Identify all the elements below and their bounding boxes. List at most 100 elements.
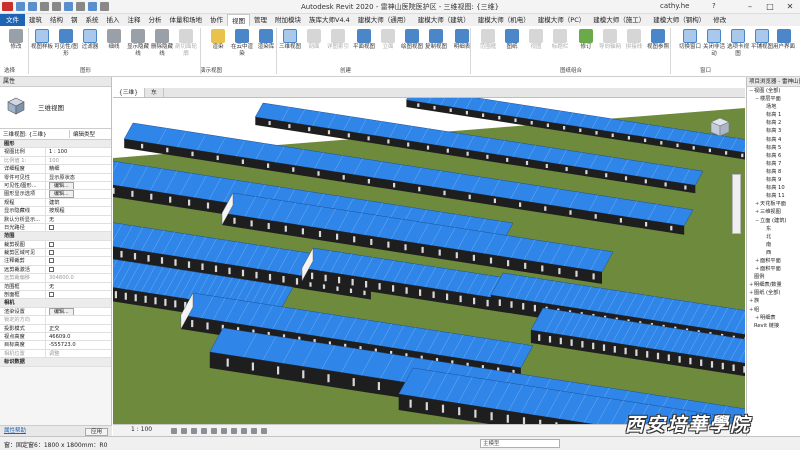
apply-button[interactable]: 应用 [84, 428, 108, 436]
property-value[interactable]: 建筑 [46, 199, 111, 206]
ribbon-tab[interactable]: 结构 [46, 14, 67, 26]
property-value[interactable]: 304800.0 [46, 274, 111, 281]
property-checkbox[interactable] [46, 291, 111, 298]
property-value[interactable]: 1 : 100 [46, 148, 111, 155]
close-button[interactable]: ✕ [780, 0, 800, 13]
property-value[interactable]: 按规程 [46, 207, 111, 214]
property-edit-button[interactable]: 编辑... [46, 181, 111, 190]
visual-style-icon[interactable] [181, 428, 187, 434]
property-section[interactable]: 相机 [0, 299, 111, 308]
tree-node[interactable]: 西 [747, 249, 800, 257]
ribbon-button[interactable]: 拼接线 [622, 28, 646, 51]
tree-node[interactable]: 标高 6 [747, 152, 800, 160]
ribbon-button[interactable]: 图纸 [500, 28, 524, 51]
tree-node[interactable]: 标高 9 [747, 176, 800, 184]
ribbon-button[interactable]: 切换窗口 [678, 28, 702, 51]
instance-selector[interactable]: 三维视图: {三维} [0, 130, 70, 138]
ribbon-tab[interactable]: 系统 [82, 14, 103, 26]
crop-view-icon[interactable] [221, 428, 227, 434]
checkbox[interactable] [49, 266, 54, 272]
detail-level-icon[interactable] [171, 428, 177, 434]
tree-node[interactable]: 场地 [747, 103, 800, 111]
view-scale[interactable]: 1 : 100 [131, 426, 152, 433]
tree-node[interactable]: 标高 8 [747, 168, 800, 176]
ribbon-tab[interactable]: 附加模块 [271, 14, 305, 26]
ribbon-tab[interactable]: 建模大师（钢构） [649, 14, 709, 26]
property-value[interactable]: 正交 [46, 325, 111, 332]
tree-node[interactable]: −视图 (全部) [747, 87, 800, 95]
tree-node[interactable]: +明细表/数量 [747, 281, 800, 289]
edit-type-button[interactable]: 编辑类型 [70, 130, 95, 138]
property-value[interactable] [46, 316, 111, 323]
property-value[interactable]: 无 [46, 283, 111, 290]
checkbox[interactable] [49, 258, 54, 264]
edit-button[interactable]: 编辑... [49, 190, 74, 198]
ribbon-button[interactable]: 显示隐藏线 [126, 28, 150, 58]
ribbon-button[interactable]: 关闭非活动 [702, 28, 726, 58]
ribbon-button[interactable]: 过滤器 [78, 28, 102, 51]
tree-node[interactable]: 标高 7 [747, 160, 800, 168]
tree-node[interactable]: 图例 [747, 273, 800, 281]
ribbon-tab[interactable]: 管理 [250, 14, 271, 26]
temporary-hide-icon[interactable] [251, 428, 257, 434]
ribbon-button[interactable]: 用户界面 [772, 28, 796, 51]
property-section[interactable]: 图形 [0, 140, 111, 149]
property-value[interactable]: 精细 [46, 165, 111, 172]
ribbon-button[interactable]: 视图参照 [646, 28, 670, 51]
property-value[interactable]: 46609.0 [46, 333, 111, 340]
shadows-icon[interactable] [201, 428, 207, 434]
ribbon-button[interactable]: 详图索引 [326, 28, 350, 51]
ribbon-button[interactable]: 渲染 [206, 28, 230, 51]
property-value[interactable]: 无 [46, 216, 111, 223]
file-tab[interactable]: 文件 [0, 14, 25, 26]
user-name[interactable]: cathy.he [660, 2, 689, 10]
ribbon-tab[interactable]: 钢 [67, 14, 82, 26]
tree-node[interactable]: 标高 4 [747, 136, 800, 144]
ribbon-tab[interactable]: 建模大师（建筑） [414, 14, 474, 26]
workset-dropdown[interactable]: 主模型 [480, 439, 560, 448]
ribbon-button[interactable]: 修改 [4, 28, 28, 51]
ribbon-tab[interactable]: 修改 [709, 14, 730, 26]
show-crop-icon[interactable] [231, 428, 237, 434]
ribbon-button[interactable]: 视图 [524, 28, 548, 51]
ribbon-button[interactable]: 剖切面轮廓 [174, 28, 198, 58]
tree-node[interactable]: +图纸 (全部) [747, 289, 800, 297]
tree-node[interactable]: +面积平面 [747, 257, 800, 265]
tree-node[interactable]: −立面 (建筑) [747, 217, 800, 225]
property-checkbox[interactable] [46, 257, 111, 264]
ribbon-tab[interactable]: 建筑 [25, 14, 46, 26]
ribbon-tab[interactable]: 建模大师（PC） [534, 14, 589, 26]
ribbon-button[interactable]: 范围框 [476, 28, 500, 51]
property-value[interactable]: 显示原状态 [46, 174, 111, 181]
lock-3d-view-icon[interactable] [241, 428, 247, 434]
edit-button[interactable]: 编辑... [49, 307, 74, 316]
sun-path-icon[interactable] [191, 428, 197, 434]
ribbon-button[interactable]: 绘图视图 [400, 28, 424, 51]
property-edit-button[interactable]: 编辑... [46, 190, 111, 198]
ribbon-tab[interactable]: 体量和场地 [166, 14, 207, 26]
view-tab[interactable]: {三维} [113, 88, 145, 97]
property-section[interactable]: 标识数据 [0, 358, 111, 367]
ribbon-button[interactable]: 标题栏 [548, 28, 572, 51]
tree-node[interactable]: 标高 2 [747, 119, 800, 127]
tree-node[interactable]: 标高 3 [747, 127, 800, 135]
tree-node[interactable]: 标高 10 [747, 184, 800, 192]
checkbox[interactable] [49, 224, 54, 230]
ribbon-tab[interactable]: 注释 [124, 14, 145, 26]
help-button[interactable]: ? [712, 2, 716, 10]
view-cube[interactable] [709, 116, 731, 138]
ribbon-button[interactable]: 平面视图 [352, 28, 376, 51]
ribbon-button[interactable]: 细线 [102, 28, 126, 51]
tree-node[interactable]: +面积平面 [747, 265, 800, 273]
checkbox[interactable] [49, 241, 54, 247]
tree-node[interactable]: Revit 链接 [747, 322, 800, 330]
ribbon-tab[interactable]: 视图 [227, 13, 250, 27]
ribbon-button[interactable]: 删除隐藏线 [150, 28, 174, 58]
ribbon-button[interactable]: 三维视图 [278, 28, 302, 51]
tree-node[interactable]: +明细表 [747, 314, 800, 322]
minimize-button[interactable]: – [740, 0, 760, 13]
tree-node[interactable]: −楼层平面 [747, 95, 800, 103]
tree-node[interactable]: 东 [747, 225, 800, 233]
property-value[interactable]: 调整 [46, 350, 111, 357]
edit-button[interactable]: 编辑... [49, 181, 74, 190]
